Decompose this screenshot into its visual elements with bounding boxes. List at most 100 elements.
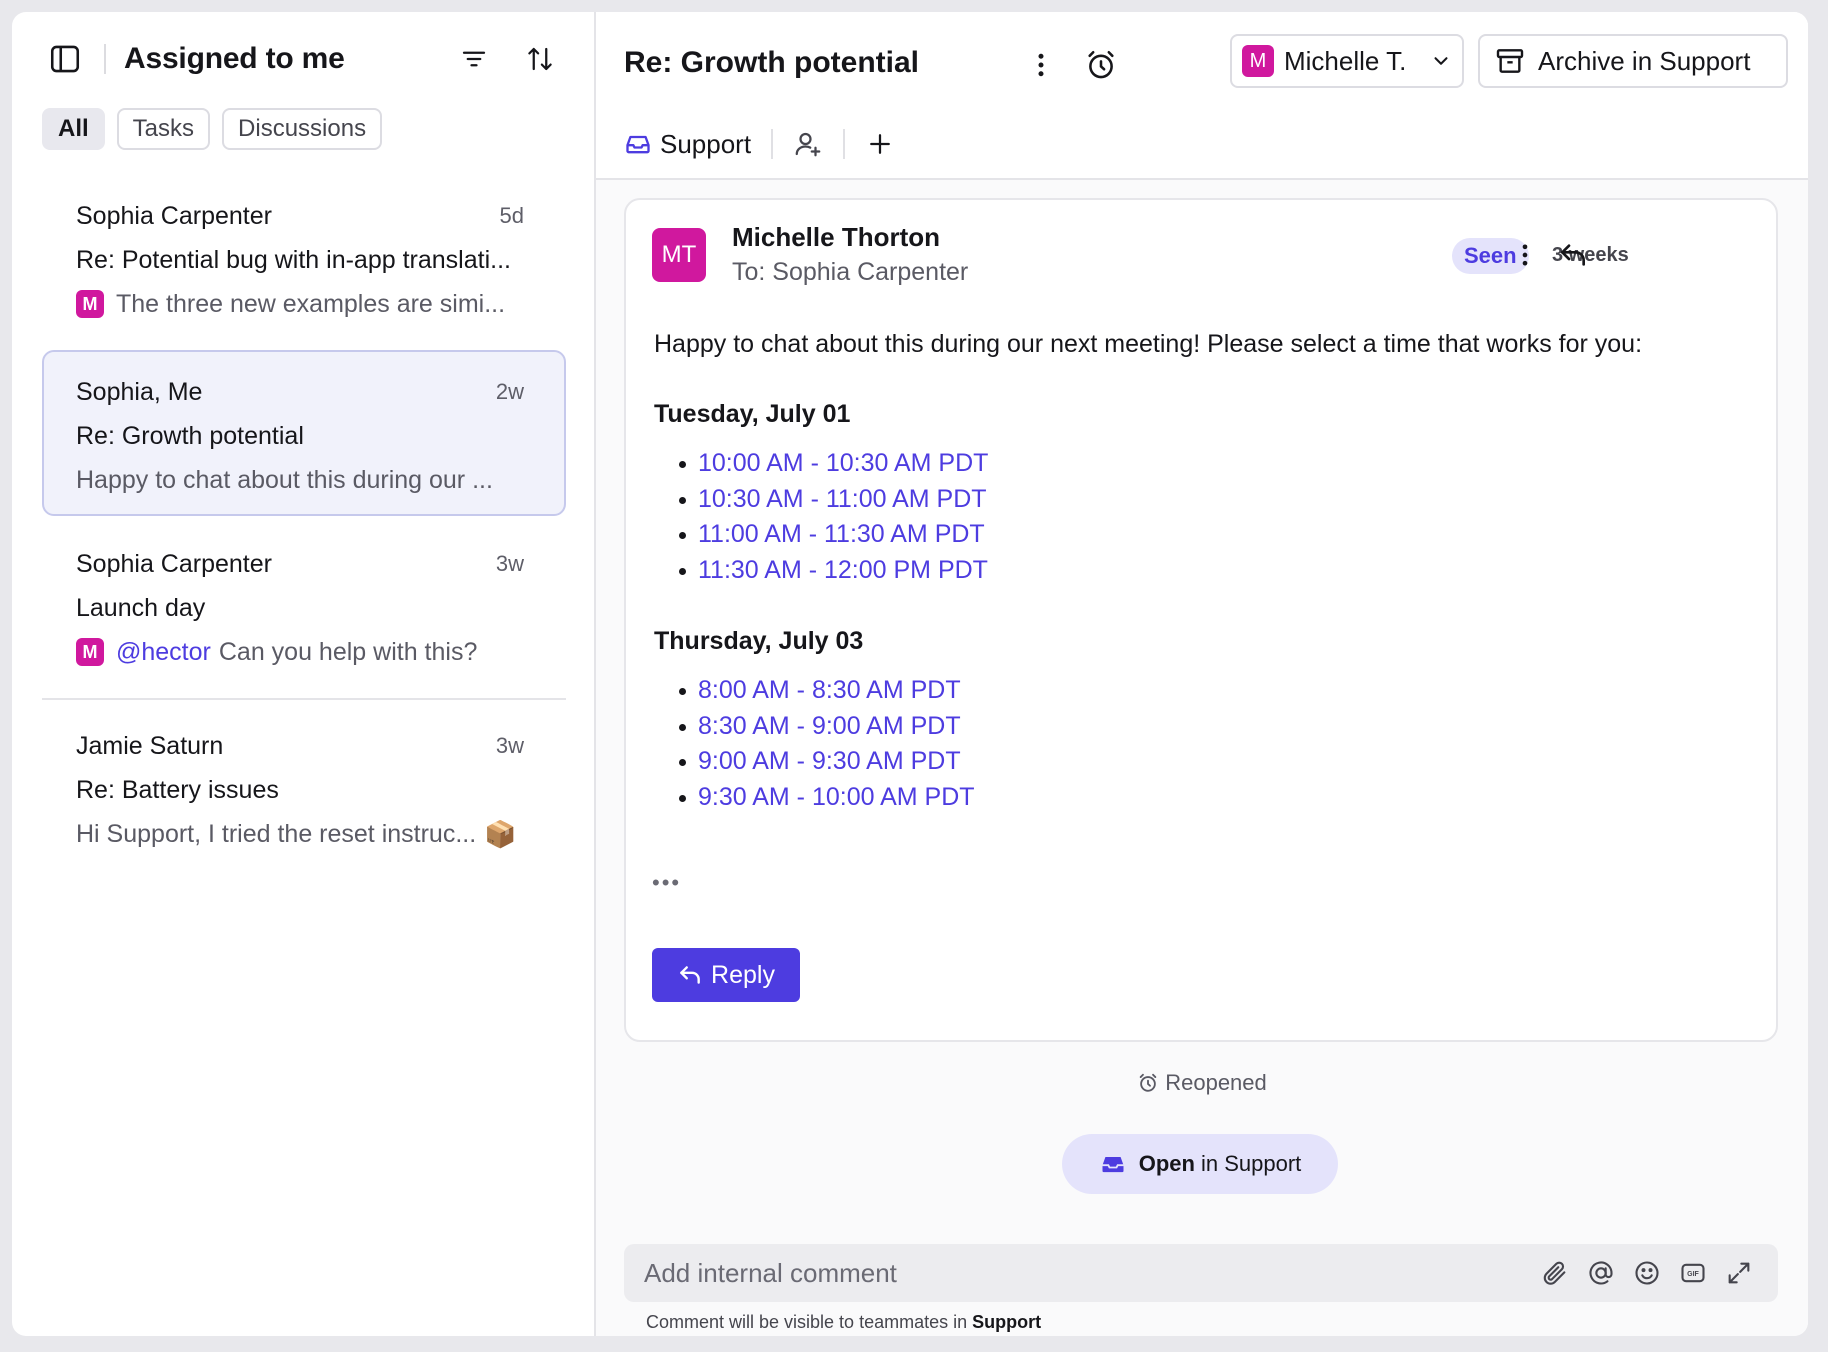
time-slot-link[interactable]: 11:30 AM - 12:00 PM PDT bbox=[678, 553, 988, 589]
item-preview-text: Happy to chat about this during our ... bbox=[76, 466, 493, 494]
svg-text:GIF: GIF bbox=[1687, 1271, 1699, 1278]
tab-all[interactable]: All bbox=[42, 108, 105, 150]
sidebar-toggle-icon[interactable] bbox=[48, 42, 82, 76]
assignee-name: Michelle T. bbox=[1284, 45, 1407, 76]
app-window: Assigned to me All Tasks Discussions Sop… bbox=[12, 12, 1808, 1336]
conversation-list-pane: Assigned to me All Tasks Discussions Sop… bbox=[12, 12, 596, 1336]
time-slot-list: 10:00 AM - 10:30 AM PDT 10:30 AM - 11:00… bbox=[678, 446, 988, 589]
time-slot-link[interactable]: 11:00 AM - 11:30 AM PDT bbox=[678, 517, 988, 553]
item-subject: Re: Growth potential bbox=[76, 422, 304, 450]
meta-divider bbox=[771, 129, 774, 159]
tab-tasks[interactable]: Tasks bbox=[116, 108, 211, 150]
composer-hint-inbox: Support bbox=[972, 1312, 1042, 1332]
sort-icon[interactable] bbox=[514, 33, 566, 85]
list-item[interactable]: Sophia Carpenter 5d Re: Potential bug wi… bbox=[42, 174, 566, 340]
list-item[interactable]: Jamie Saturn 3w Re: Battery issues Hi Su… bbox=[42, 704, 566, 870]
item-preview: Hi Support, I tried the reset instruc...… bbox=[76, 816, 524, 852]
item-sender: Sophia Carpenter bbox=[76, 549, 272, 578]
filter-tabs: All Tasks Discussions bbox=[12, 108, 594, 150]
list-item[interactable]: Sophia, Me 2w Re: Growth potential Happy… bbox=[42, 350, 566, 516]
item-subject: Re: Potential bug with in-app translati.… bbox=[76, 246, 511, 274]
day-heading: Tuesday, July 01 bbox=[654, 400, 851, 428]
header-divider bbox=[104, 44, 106, 74]
day-heading: Thursday, July 03 bbox=[654, 627, 864, 655]
mention-icon[interactable] bbox=[1578, 1250, 1624, 1296]
assignee-dropdown[interactable]: M Michelle T. bbox=[1230, 34, 1464, 88]
tab-discussions[interactable]: Discussions bbox=[222, 108, 383, 150]
comment-composer: GIF bbox=[624, 1244, 1778, 1302]
inbox-chip-support[interactable]: Support bbox=[624, 129, 751, 160]
mention-link[interactable]: @hector bbox=[116, 634, 211, 670]
expand-icon[interactable] bbox=[1716, 1250, 1762, 1296]
add-icon[interactable] bbox=[865, 129, 895, 159]
alarm-icon bbox=[1139, 1073, 1157, 1092]
avatar: M bbox=[76, 638, 104, 666]
time-slot-link[interactable]: 10:30 AM - 11:00 AM PDT bbox=[678, 482, 988, 518]
timeline-event: Reopened bbox=[596, 1070, 1808, 1096]
avatar: M bbox=[1242, 45, 1274, 77]
item-preview-text: The three new examples are simi... bbox=[116, 290, 506, 318]
conversation-header: Re: Growth potential M Michelle T. Archi… bbox=[596, 12, 1808, 180]
list-header: Assigned to me bbox=[12, 12, 594, 106]
item-sender: Sophia Carpenter bbox=[76, 201, 272, 230]
open-status-inbox: in Support bbox=[1200, 1151, 1302, 1176]
chevron-down-icon bbox=[1434, 57, 1448, 65]
item-sender: Sophia, Me bbox=[76, 377, 203, 406]
message-card: MT Michelle Thorton To: Sophia Carpenter… bbox=[624, 198, 1778, 1042]
item-subject: Launch day bbox=[76, 594, 206, 622]
message-body: Happy to chat about this during our next… bbox=[654, 330, 1643, 358]
time-slot-link[interactable]: 9:00 AM - 9:30 AM PDT bbox=[679, 744, 975, 780]
message-recipient: To: Sophia Carpenter bbox=[732, 258, 969, 286]
time-slot-link[interactable]: 8:30 AM - 9:00 AM PDT bbox=[679, 709, 975, 745]
time-slot-link[interactable]: 9:30 AM - 10:00 AM PDT bbox=[679, 780, 975, 816]
meta-divider bbox=[843, 129, 846, 159]
open-in-support-button[interactable]: Open in Support bbox=[1062, 1134, 1338, 1194]
add-participant-icon[interactable] bbox=[793, 129, 823, 159]
inbox-icon bbox=[626, 135, 650, 154]
conversation-list: Sophia Carpenter 5d Re: Potential bug wi… bbox=[12, 174, 594, 870]
list-title: Assigned to me bbox=[124, 42, 345, 75]
attachment-icon[interactable] bbox=[1532, 1250, 1578, 1296]
package-icon: 📦 bbox=[484, 819, 517, 849]
show-more-ellipsis[interactable]: ••• bbox=[652, 870, 681, 896]
item-preview: M The three new examples are simi... bbox=[76, 286, 524, 322]
archive-label: Archive in Support bbox=[1538, 45, 1751, 76]
item-time: 2w bbox=[495, 379, 524, 404]
reply-icon[interactable] bbox=[1548, 230, 1598, 280]
avatar: M bbox=[76, 290, 104, 318]
item-time: 3w bbox=[495, 551, 524, 576]
page-title: Re: Growth potential bbox=[624, 46, 919, 79]
avatar: MT bbox=[652, 228, 706, 282]
timeline-event-label: Reopened bbox=[1165, 1070, 1267, 1095]
list-item[interactable]: Sophia Carpenter 3w Launch day M @hector… bbox=[42, 522, 566, 688]
item-sender: Jamie Saturn bbox=[76, 731, 224, 760]
item-time: 3w bbox=[495, 733, 524, 758]
reply-label: Reply bbox=[711, 960, 775, 989]
item-subject: Re: Battery issues bbox=[76, 776, 279, 804]
comment-input[interactable] bbox=[644, 1257, 1532, 1289]
archive-icon bbox=[1496, 49, 1524, 73]
inbox-icon bbox=[1102, 1157, 1124, 1173]
emoji-icon[interactable] bbox=[1624, 1250, 1670, 1296]
item-time: 5d bbox=[499, 203, 524, 228]
archive-button[interactable]: Archive in Support bbox=[1478, 34, 1788, 88]
reply-button[interactable]: Reply bbox=[652, 948, 800, 1002]
open-status-label: Open bbox=[1138, 1151, 1195, 1176]
reply-icon bbox=[680, 966, 700, 984]
conversation-pane: Re: Growth potential M Michelle T. Archi… bbox=[596, 12, 1808, 1336]
snooze-alarm-icon[interactable] bbox=[1076, 40, 1126, 90]
conversation-meta-row: Support bbox=[624, 122, 895, 166]
message-more-icon[interactable] bbox=[1500, 230, 1550, 280]
item-preview: Happy to chat about this during our ... bbox=[76, 462, 524, 498]
time-slot-link[interactable]: 8:00 AM - 8:30 AM PDT bbox=[679, 673, 975, 709]
gif-icon[interactable]: GIF bbox=[1670, 1250, 1716, 1296]
time-slot-list: 8:00 AM - 8:30 AM PDT 8:30 AM - 9:00 AM … bbox=[679, 673, 975, 816]
filter-icon[interactable] bbox=[448, 33, 500, 85]
time-slot-link[interactable]: 10:00 AM - 10:30 AM PDT bbox=[678, 446, 988, 482]
message-sender: Michelle Thorton bbox=[732, 222, 940, 252]
composer-hint-text: Comment will be visible to teammates in bbox=[646, 1312, 968, 1332]
composer-hint: Comment will be visible to teammates in … bbox=[646, 1312, 1041, 1333]
more-options-icon[interactable] bbox=[1016, 40, 1066, 90]
list-divider bbox=[42, 698, 566, 700]
item-preview: M @hector Can you help with this? bbox=[76, 634, 524, 670]
